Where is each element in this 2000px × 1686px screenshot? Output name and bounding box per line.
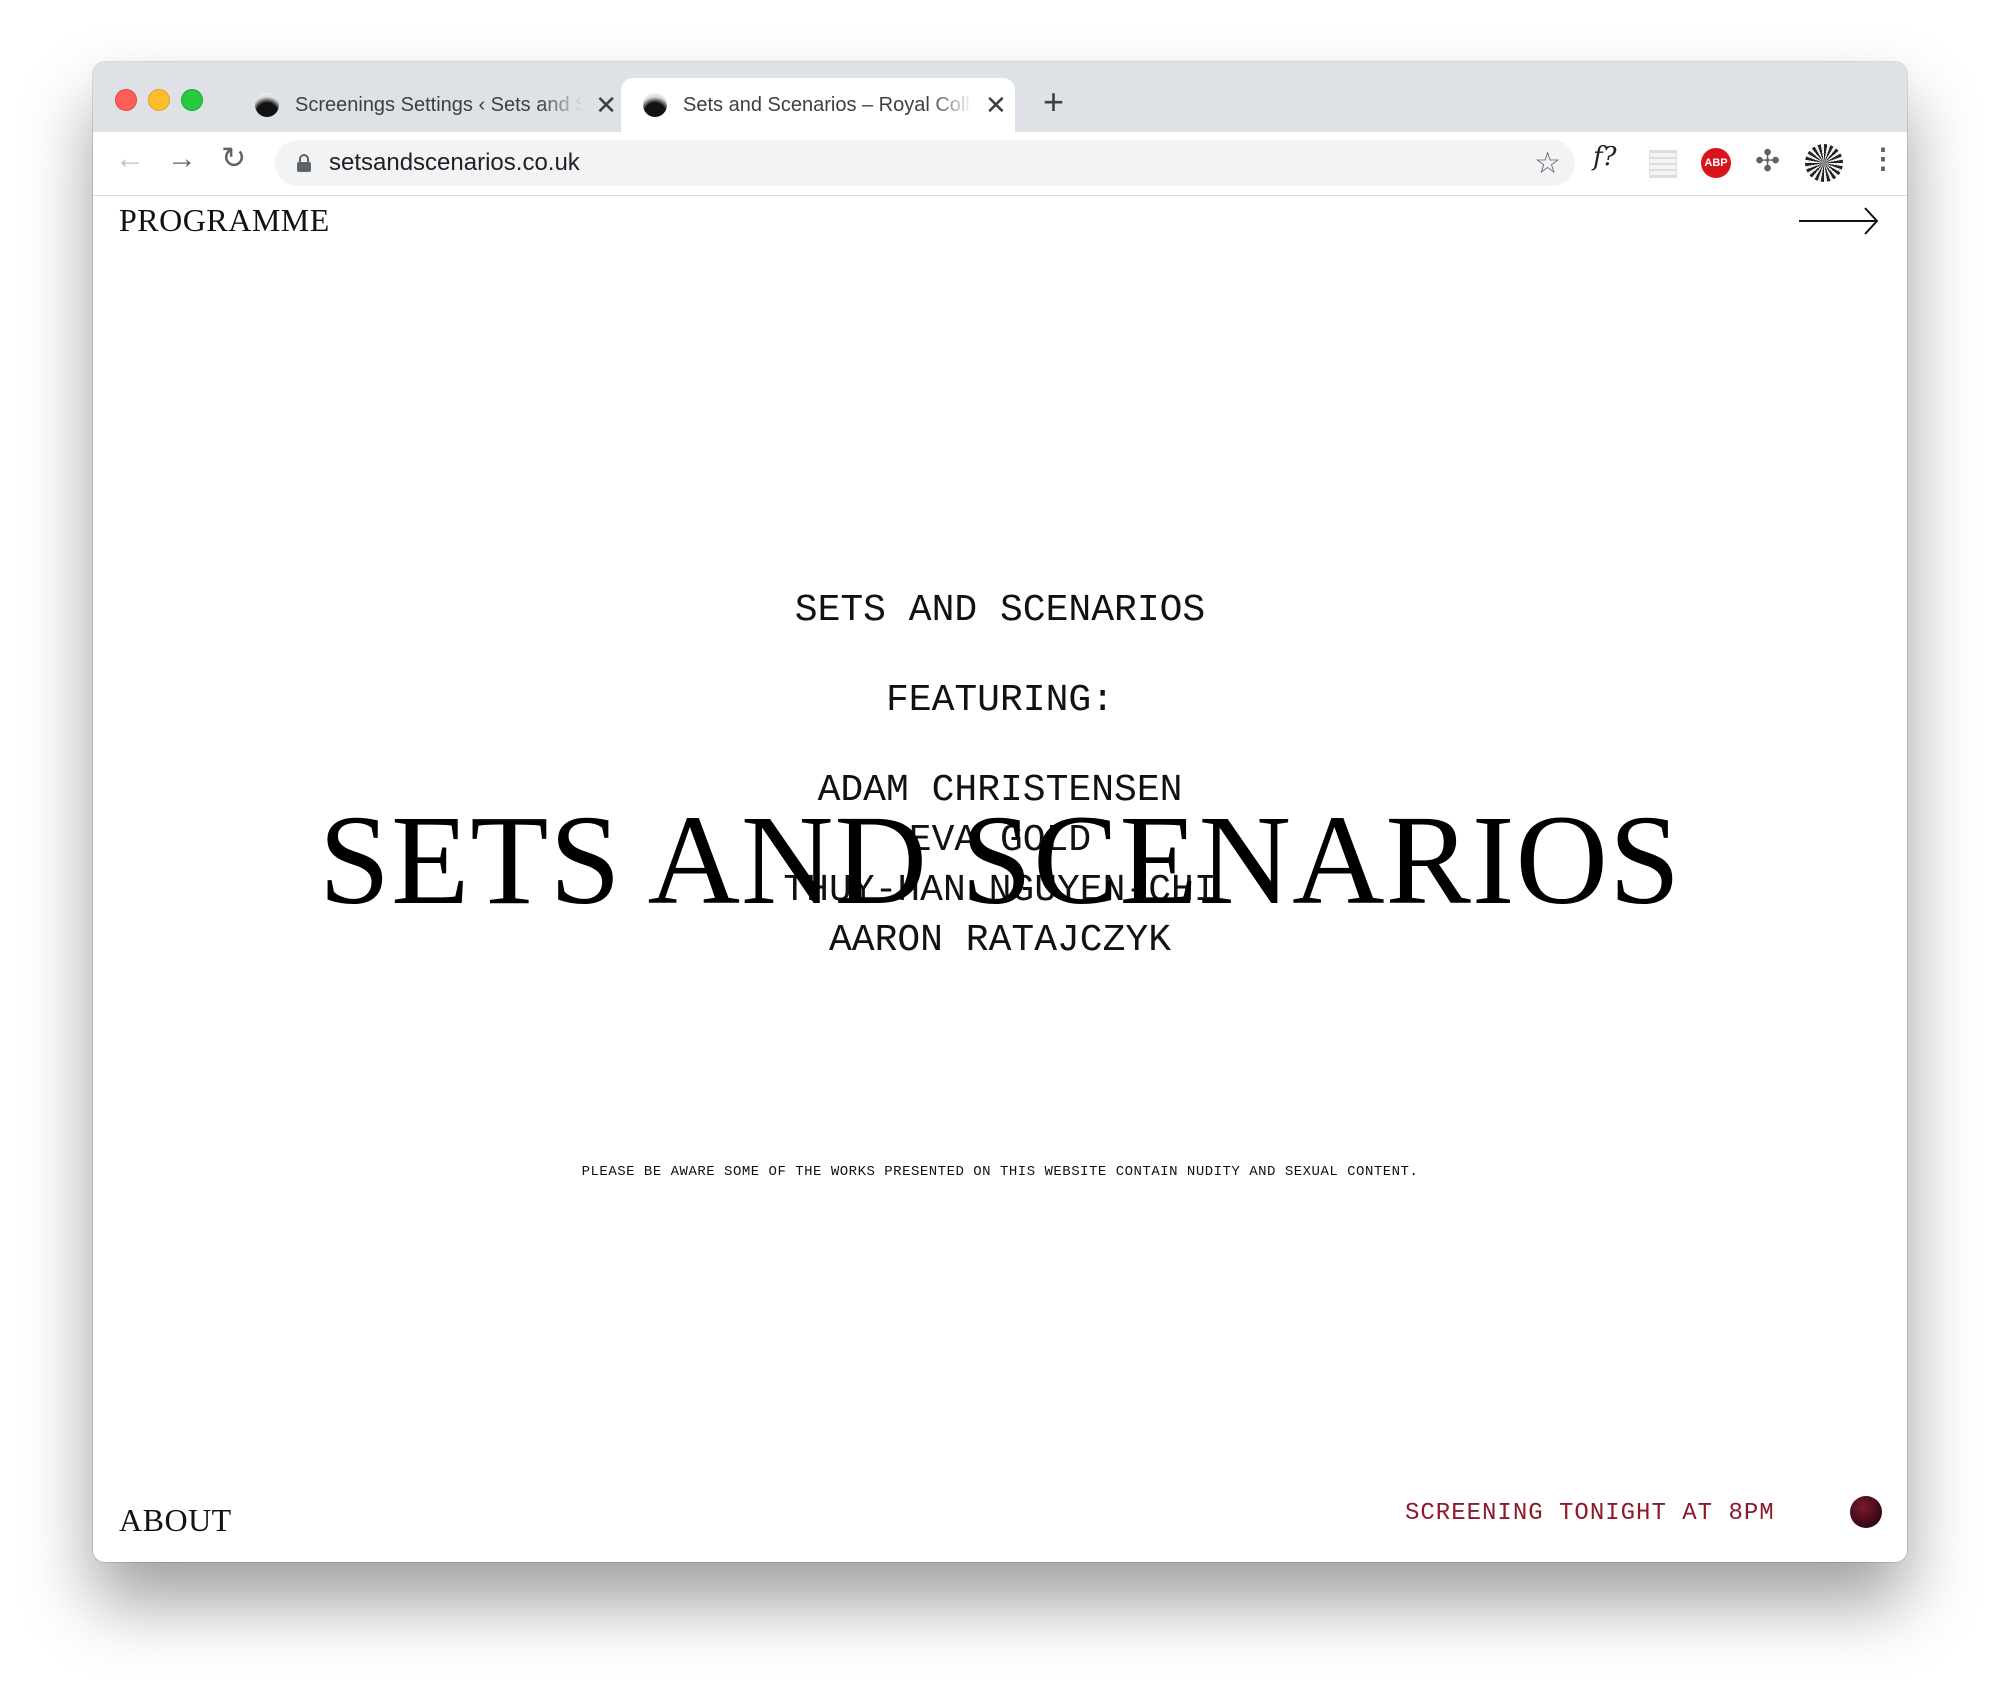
adblock-plus-icon[interactable]: ABP: [1701, 148, 1731, 178]
content-warning: PLEASE BE AWARE SOME OF THE WORKS PRESEN…: [581, 1164, 1419, 1180]
tab-sets-and-scenarios[interactable]: Sets and Scenarios – Royal College ✕: [621, 78, 1015, 132]
lock-icon[interactable]: [297, 154, 311, 172]
forward-arrow-icon[interactable]: →: [167, 144, 197, 174]
close-tab-icon[interactable]: ✕: [985, 92, 1007, 118]
screening-notice[interactable]: SCREENING TONIGHT AT 8PM: [1405, 1500, 1775, 1527]
puzzle-icon[interactable]: ✣: [1755, 144, 1780, 179]
tab-bar: Screenings Settings ‹ Sets and Scenarios…: [93, 62, 1907, 132]
new-tab-button[interactable]: +: [1043, 84, 1064, 120]
browser-toolbar: ← → ↻ setsandscenarios.co.uk ☆ f? ABP ✣ …: [93, 132, 1907, 196]
featuring-label: FEATURING:: [885, 679, 1115, 722]
about-link[interactable]: ABOUT: [119, 1502, 232, 1539]
programme-link[interactable]: PROGRAMME: [119, 202, 330, 239]
reload-icon[interactable]: ↻: [221, 144, 246, 174]
hero-title: SETS AND SCENARIOS: [318, 789, 1682, 931]
close-window-button[interactable]: [115, 89, 137, 111]
profile-avatar-icon[interactable]: [1805, 144, 1843, 182]
back-arrow-icon[interactable]: ←: [115, 144, 145, 174]
url-text[interactable]: setsandscenarios.co.uk: [329, 149, 580, 177]
intro-title: SETS AND SCENARIOS: [794, 589, 1206, 632]
minimize-window-button[interactable]: [148, 89, 170, 111]
live-indicator-icon: [1850, 1496, 1882, 1528]
close-tab-icon[interactable]: ✕: [595, 92, 617, 118]
grid-extension-icon[interactable]: [1649, 150, 1677, 178]
address-bar[interactable]: setsandscenarios.co.uk ☆: [275, 140, 1575, 186]
page-content: PROGRAMME SETS AND SCENARIOS FEATURING: …: [93, 196, 1907, 1562]
site-favicon-icon: [643, 93, 667, 117]
more-menu-icon[interactable]: ⋮: [1869, 142, 1897, 175]
tab-title: Screenings Settings ‹ Sets and Scenarios: [295, 93, 584, 116]
bookmark-star-icon[interactable]: ☆: [1534, 146, 1561, 181]
maximize-window-button[interactable]: [181, 89, 203, 111]
tab-title: Sets and Scenarios – Royal College: [683, 93, 973, 116]
browser-window: Screenings Settings ‹ Sets and Scenarios…: [93, 62, 1907, 1562]
font-question-icon[interactable]: f?: [1593, 142, 1617, 172]
tab-screenings-settings[interactable]: Screenings Settings ‹ Sets and Scenarios…: [233, 78, 617, 132]
right-arrow-icon[interactable]: [1799, 204, 1879, 238]
site-favicon-icon: [255, 93, 279, 117]
